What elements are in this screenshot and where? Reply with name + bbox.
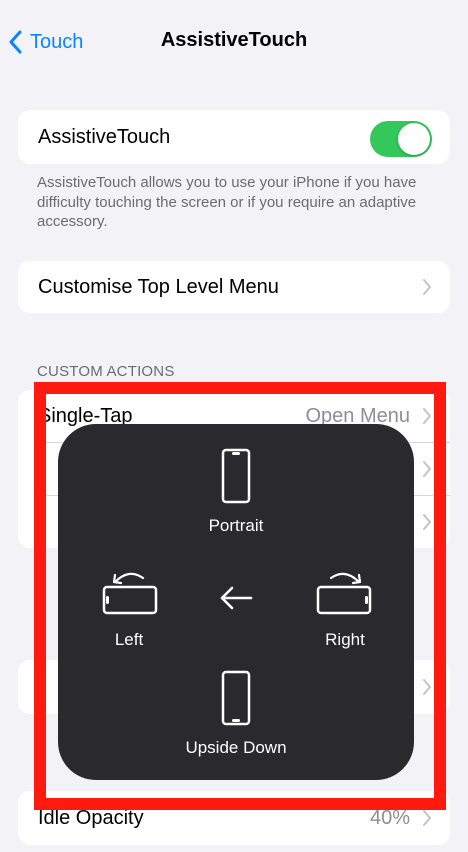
page-title: AssistiveTouch: [160, 29, 308, 51]
arrow-left-icon: [220, 586, 253, 610]
navigation-bar: Touch AssistiveTouch: [0, 0, 468, 84]
left-label: Left: [114, 630, 144, 649]
rotate-left-icon: [102, 572, 158, 615]
customise-menu-label: Customise Top Level Menu: [38, 275, 279, 298]
assistivetouch-toggle[interactable]: [370, 121, 432, 157]
assistivetouch-description: AssistiveTouch allows you to use your iP…: [37, 174, 417, 230]
back-arrow-button[interactable]: [214, 584, 258, 612]
assistivetouch-card: AssistiveTouch: [18, 110, 450, 164]
assistivetouch-label: AssistiveTouch: [38, 125, 171, 148]
rotate-right-icon: [316, 572, 372, 615]
customise-menu-card: Customise Top Level Menu: [18, 261, 450, 313]
rotate-screen-menu: Portrait Left Right Upside Down: [58, 424, 414, 780]
portrait-label: Portrait: [208, 516, 264, 535]
assistivetouch-row: AssistiveTouch: [18, 111, 450, 163]
chevron-right-icon: [423, 279, 431, 295]
left-option[interactable]: Left: [96, 566, 162, 650]
chevron-right-icon: [423, 810, 431, 826]
upside-down-label: Upside Down: [185, 738, 287, 757]
portrait-option[interactable]: Portrait: [186, 448, 286, 536]
upside-down-option[interactable]: Upside Down: [166, 670, 306, 758]
portrait-phone-icon: [221, 448, 251, 504]
toggle-knob: [398, 123, 430, 155]
right-label: Right: [325, 630, 365, 649]
upside-down-phone-icon: [221, 670, 251, 726]
right-option[interactable]: Right: [310, 566, 380, 650]
custom-actions-header: CUSTOM ACTIONS: [37, 363, 175, 380]
customise-menu-row[interactable]: Customise Top Level Menu: [18, 261, 450, 313]
